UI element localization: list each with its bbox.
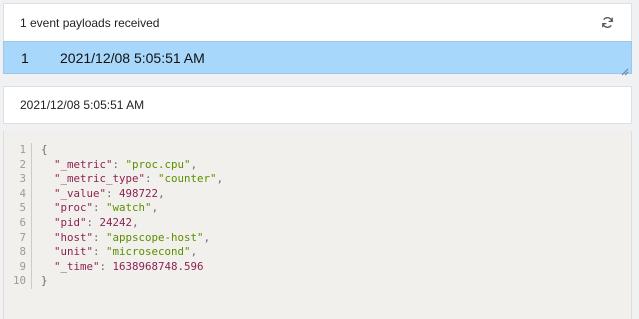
- json-key: "unit": [54, 245, 94, 259]
- code-line: 4 "_value": 498722,: [4, 186, 631, 202]
- json-key: "host": [54, 230, 94, 244]
- code-line: 3 "_metric_type": "counter",: [4, 172, 631, 187]
- code-line: 2 "_metric": "proc.cpu",: [4, 157, 631, 173]
- event-timestamp: 2021/12/08 5:05:51 AM: [60, 49, 205, 66]
- line-number: 5: [4, 201, 32, 216]
- json-key: "_metric_type": [54, 172, 146, 186]
- json-comma: ,: [151, 201, 159, 215]
- json-comma: ,: [203, 230, 211, 244]
- line-number: 4: [4, 186, 32, 202]
- code-line: 8 "unit": "microsecond",: [4, 245, 631, 260]
- code-text: "_value": 498722,: [54, 186, 165, 200]
- code-text: {: [32, 143, 48, 158]
- json-brace: {: [41, 143, 48, 156]
- code-text: "_metric_type": "counter",: [54, 172, 224, 186]
- code-line: 7 "host": "appscope-host",: [4, 230, 631, 246]
- payload-detail-title: 2021/12/08 5:05:51 AM: [20, 98, 145, 112]
- code-text: "_time": 1638968748.596: [54, 259, 204, 273]
- json-payload-viewer[interactable]: 1{2 "_metric": "proc.cpu", 3 "_metric_typ…: [3, 131, 632, 319]
- code-text: "pid": 24242,: [54, 215, 139, 229]
- line-number: 3: [4, 172, 32, 187]
- event-row[interactable]: 1 2021/12/08 5:05:51 AM: [3, 41, 632, 76]
- event-index: 1: [21, 49, 29, 66]
- json-value: 24242: [99, 215, 133, 229]
- line-number: 8: [4, 245, 32, 260]
- code-text: }: [32, 274, 48, 289]
- line-number: 9: [4, 259, 32, 275]
- code-text: "proc": "watch",: [54, 201, 159, 215]
- line-number: 2: [4, 157, 32, 173]
- json-value: "watch": [106, 201, 152, 215]
- json-comma: ,: [132, 215, 139, 229]
- json-comma: ,: [216, 172, 224, 186]
- json-value: 1638968748.596: [112, 259, 204, 273]
- payload-detail-header: 2021/12/08 5:05:51 AM: [3, 86, 632, 124]
- code-line: 6 "pid": 24242,: [4, 215, 631, 231]
- json-key: "_value": [54, 186, 107, 200]
- line-number: 7: [4, 230, 32, 246]
- refresh-icon[interactable]: [599, 15, 615, 31]
- line-number: 10: [4, 274, 32, 289]
- code-line: 10}: [4, 274, 631, 289]
- json-key: "proc": [54, 201, 94, 215]
- json-key: "pid": [54, 215, 87, 229]
- code-text: "unit": "microsecond",: [54, 245, 198, 259]
- code-line: 5 "proc": "watch",: [4, 201, 631, 216]
- code-text: "_metric": "proc.cpu",: [54, 157, 198, 171]
- json-key: "_metric": [54, 157, 113, 171]
- json-value: "counter": [158, 172, 217, 186]
- code-text: "host": "appscope-host",: [54, 230, 211, 244]
- resize-grip-icon[interactable]: [621, 63, 629, 76]
- json-comma: ,: [158, 186, 165, 200]
- json-value: "proc.cpu": [125, 157, 191, 171]
- json-brace: }: [41, 274, 48, 288]
- json-value: "microsecond": [106, 245, 191, 259]
- json-comma: ,: [190, 245, 198, 259]
- code-line: 1{: [4, 143, 631, 158]
- events-count-title: 1 event payloads received: [20, 15, 160, 30]
- json-value: "appscope-host": [106, 230, 204, 244]
- events-panel-header: 1 event payloads received: [3, 3, 632, 41]
- json-value: 498722: [119, 186, 159, 200]
- code-line: 9 "_time": 1638968748.596: [4, 259, 631, 275]
- json-comma: ,: [190, 157, 198, 171]
- line-number: 6: [4, 215, 32, 231]
- json-key: "_time": [54, 259, 100, 273]
- line-number: 1: [4, 143, 32, 158]
